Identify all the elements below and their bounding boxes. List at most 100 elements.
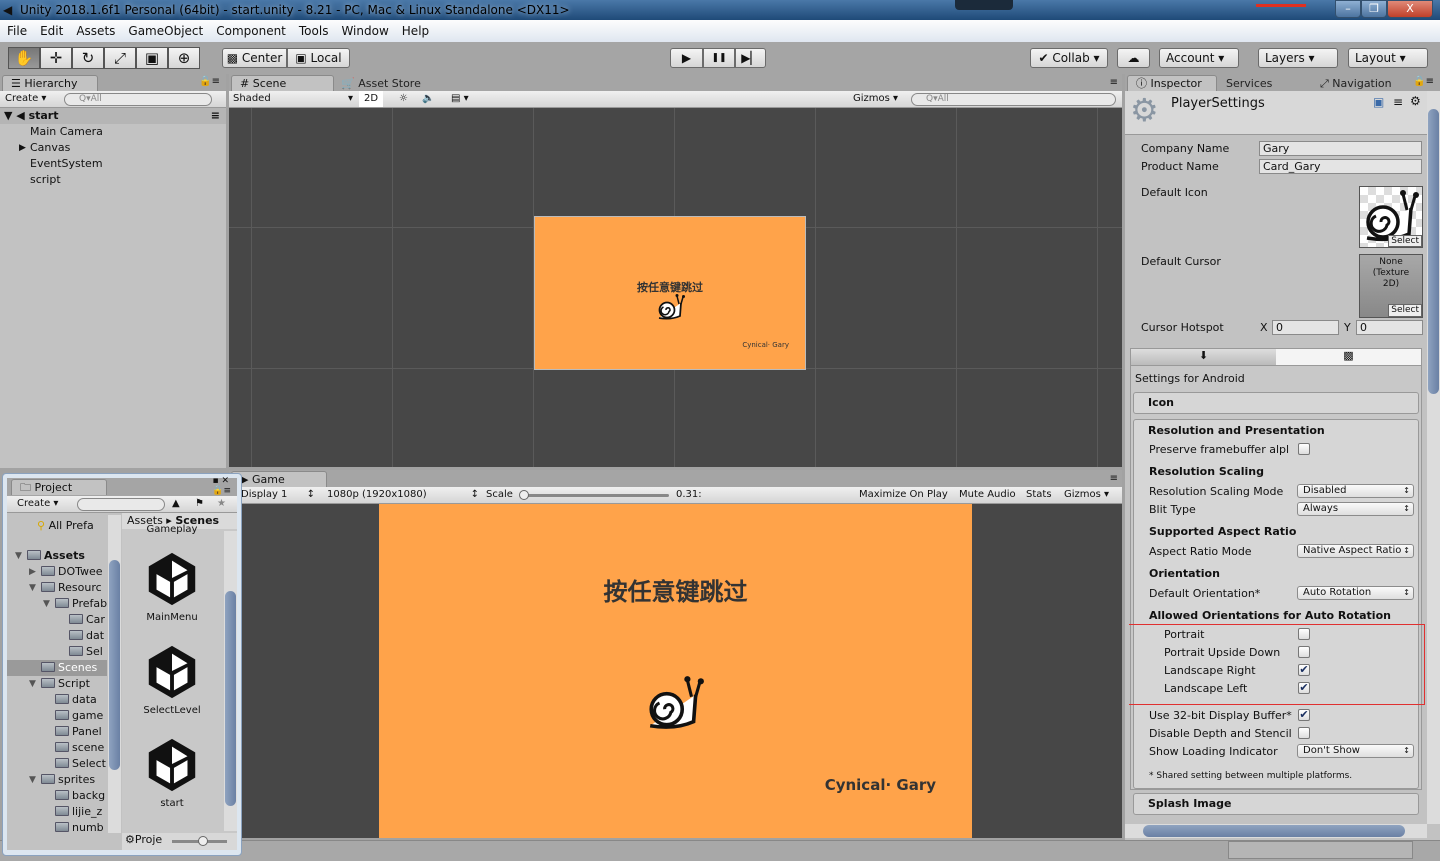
menu-assets[interactable]: Assets: [76, 24, 115, 38]
collab-button[interactable]: ✔ Collab ▾: [1030, 48, 1108, 68]
project-folder-item[interactable]: dat: [7, 628, 107, 644]
tab-services[interactable]: Services: [1217, 75, 1281, 91]
pivot-local-button[interactable]: ▣ Local: [287, 48, 350, 68]
project-folder-item[interactable]: Sel: [7, 644, 107, 660]
expand-arrow-icon[interactable]: ▶: [19, 140, 26, 156]
scene-asset-item[interactable]: start: [122, 721, 222, 814]
scene-menu-icon[interactable]: ≡: [211, 108, 220, 124]
settings-gear-icon[interactable]: ⚙: [1410, 94, 1421, 108]
tab-game[interactable]: ▶ Game: [231, 471, 327, 487]
hierarchy-item[interactable]: Main Camera: [0, 124, 226, 140]
preserve-framebuffer-checkbox[interactable]: [1298, 443, 1310, 455]
default-orientation-dropdown[interactable]: Auto Rotation: [1297, 586, 1414, 600]
icon-section-header[interactable]: Icon: [1133, 392, 1419, 414]
hand-tool-button[interactable]: ✋: [8, 47, 40, 69]
project-folder-item[interactable]: Panel: [7, 724, 107, 740]
project-folder-item[interactable]: Scenes: [7, 660, 107, 676]
project-folder-item[interactable]: scene: [7, 740, 107, 756]
layers-dropdown[interactable]: Layers ▾: [1258, 48, 1338, 68]
menu-window[interactable]: Window: [341, 24, 388, 38]
lock-icon[interactable]: 🔒≡: [212, 486, 231, 496]
resolution-section-header[interactable]: Resolution and Presentation: [1148, 424, 1325, 437]
menu-tools[interactable]: Tools: [299, 24, 329, 38]
scene-search-input[interactable]: Q▾All: [911, 93, 1116, 106]
pause-button[interactable]: ❚❚: [703, 48, 735, 68]
game-gizmos-dropdown[interactable]: Gizmos ▾: [1064, 487, 1109, 503]
project-folder-item[interactable]: ▼ Resourc: [7, 580, 107, 596]
close-button[interactable]: X: [1387, 0, 1433, 18]
filter-type-icon[interactable]: ▲: [172, 496, 180, 512]
icon-size-thumb[interactable]: [198, 836, 208, 846]
scale-slider[interactable]: [519, 490, 669, 500]
icon-size-slider[interactable]: [172, 836, 227, 846]
project-folder-item[interactable]: numb: [7, 820, 107, 833]
cursor-select-button[interactable]: Select: [1388, 304, 1422, 317]
menu-component[interactable]: Component: [216, 24, 286, 38]
project-folder-item[interactable]: ▶ DOTwee: [7, 564, 107, 580]
depth-stencil-checkbox[interactable]: [1298, 727, 1310, 739]
inspector-vertical-scrollbar[interactable]: [1427, 91, 1440, 824]
maximize-on-play-toggle[interactable]: Maximize On Play: [859, 487, 948, 503]
shading-dropdown[interactable]: Shaded ▾: [233, 91, 353, 107]
default-icon-slot[interactable]: Select: [1359, 186, 1423, 248]
grid-scrollbar-thumb[interactable]: [225, 591, 236, 806]
game-view[interactable]: 按任意键跳过 Cynical· Gary: [229, 504, 1122, 838]
icon-select-button[interactable]: Select: [1388, 235, 1422, 247]
orientation-checkbox[interactable]: ✔: [1298, 682, 1310, 694]
tab-android[interactable]: ▩: [1276, 349, 1421, 365]
lock-icon[interactable]: 🔒≡: [199, 76, 220, 87]
orientation-checkbox[interactable]: ✔: [1298, 664, 1310, 676]
expand-arrow-icon[interactable]: ▼: [29, 580, 36, 596]
scene-view[interactable]: 按任意键跳过 Cynical· Gary: [229, 108, 1122, 467]
stats-toggle[interactable]: Stats: [1026, 487, 1052, 503]
default-cursor-slot[interactable]: None (Texture 2D) Select: [1359, 254, 1423, 318]
rotate-tool-button[interactable]: ↻: [72, 47, 104, 69]
tab-project[interactable]: 🗀 Project: [11, 479, 107, 495]
hotspot-y-field[interactable]: 0: [1356, 320, 1423, 335]
tab-scene[interactable]: # Scene: [231, 75, 334, 91]
lock-icon[interactable]: 🔒≡: [1413, 76, 1434, 87]
preset-icon[interactable]: ≡: [1393, 95, 1403, 109]
resolution-dropdown[interactable]: 1080p (1920x1080) ↕: [327, 487, 479, 503]
expand-arrow-icon[interactable]: ▼: [43, 596, 50, 612]
hierarchy-search-input[interactable]: Q▾All: [64, 93, 212, 106]
minimize-button[interactable]: –: [1335, 0, 1361, 18]
project-folder-item[interactable]: ▼ sprites: [7, 772, 107, 788]
effects-toggle-icon[interactable]: ▤ ▾: [451, 91, 469, 107]
expand-arrow-icon[interactable]: ▼: [29, 676, 36, 692]
display-buffer-checkbox[interactable]: ✔: [1298, 709, 1310, 721]
audio-toggle-icon[interactable]: 🔈: [422, 91, 434, 107]
hotspot-x-field[interactable]: 0: [1272, 320, 1339, 335]
cloud-button[interactable]: ☁: [1117, 48, 1150, 68]
panel-menu-icon[interactable]: ≡: [1110, 77, 1118, 88]
scaling-mode-dropdown[interactable]: Disabled: [1297, 484, 1414, 498]
inspector-horizontal-scrollbar[interactable]: [1125, 824, 1427, 838]
window-close-icon[interactable]: ▪ ✕: [212, 476, 229, 486]
help-icon[interactable]: ▣: [1373, 95, 1384, 109]
pivot-center-button[interactable]: ▩ Center: [222, 48, 287, 68]
expand-arrow-icon[interactable]: ▼: [15, 548, 22, 564]
mute-audio-toggle[interactable]: Mute Audio: [959, 487, 1016, 503]
product-name-field[interactable]: Card_Gary: [1259, 159, 1422, 174]
scale-tool-button[interactable]: ⤢: [104, 47, 136, 69]
project-folder-item[interactable]: ▼ Assets: [7, 548, 107, 564]
project-folder-item[interactable]: Select: [7, 756, 107, 772]
grid-scrollbar[interactable]: [224, 531, 237, 831]
panel-menu-icon[interactable]: ≡: [1110, 473, 1118, 484]
game-canvas[interactable]: 按任意键跳过 Cynical· Gary: [379, 504, 972, 838]
scrollbar-thumb[interactable]: [1428, 109, 1439, 394]
hierarchy-item[interactable]: script: [0, 172, 226, 188]
menu-help[interactable]: Help: [402, 24, 429, 38]
project-folder-item[interactable]: ▼ Prefab: [7, 596, 107, 612]
menu-file[interactable]: File: [7, 24, 27, 38]
tab-hierarchy[interactable]: ☰ Hierarchy: [2, 75, 98, 91]
scene-asset-item[interactable]: SelectLevel: [122, 628, 222, 721]
aspect-ratio-dropdown[interactable]: Native Aspect Ratio: [1297, 544, 1414, 558]
rect-tool-button[interactable]: ▣: [136, 47, 168, 69]
tab-asset-store[interactable]: 🛒 Asset Store: [332, 75, 430, 91]
project-folder-item[interactable]: lijie_z: [7, 804, 107, 820]
lighting-toggle-icon[interactable]: ☼: [399, 91, 408, 107]
project-folder-item[interactable]: backg: [7, 788, 107, 804]
loading-indicator-dropdown[interactable]: Don't Show: [1297, 744, 1414, 758]
project-search-input[interactable]: [77, 498, 165, 511]
